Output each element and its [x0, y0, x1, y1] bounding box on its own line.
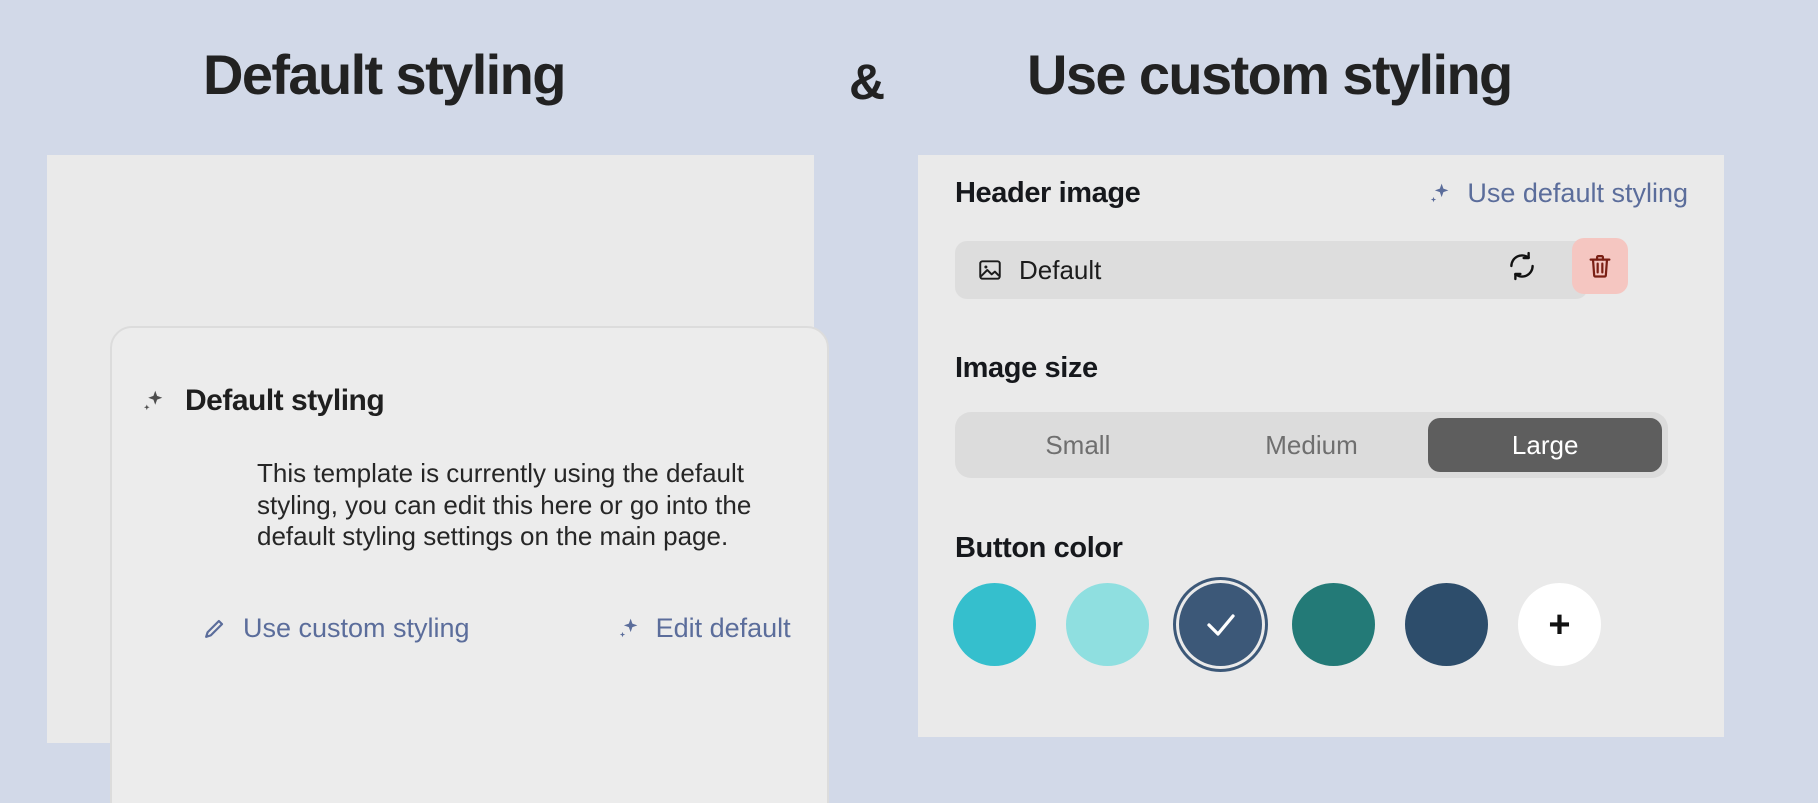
use-default-styling-button[interactable]: Use default styling — [1426, 178, 1688, 209]
refresh-image-button[interactable] — [1496, 240, 1548, 292]
swatch-light-aqua[interactable] — [1066, 583, 1149, 666]
refresh-icon — [1510, 251, 1534, 281]
add-color-button[interactable]: + — [1518, 583, 1601, 666]
heading-use-custom-styling: Use custom styling — [1027, 43, 1513, 106]
size-option-medium[interactable]: Medium — [1195, 418, 1429, 472]
header-image-label: Header image — [955, 177, 1141, 209]
swatch-navy-selected[interactable] — [1179, 583, 1262, 666]
use-custom-styling-label: Use custom styling — [243, 613, 470, 643]
header-image-field[interactable]: Default — [955, 241, 1588, 299]
button-color-swatches: + — [953, 583, 1601, 666]
button-color-label: Button color — [955, 532, 1123, 564]
image-icon — [979, 260, 1001, 280]
pencil-icon — [205, 619, 224, 638]
use-custom-styling-button[interactable]: Use custom styling — [202, 613, 470, 644]
header-image-row: Header image Use default styling — [955, 177, 1688, 210]
heading-ampersand: & — [849, 54, 885, 110]
sparkle-icon — [1431, 183, 1449, 203]
overlay-card-header: Default styling — [139, 384, 385, 418]
overlay-card-title: Default styling — [185, 384, 385, 417]
screenshot-root: Default styling & Use custom styling Ima… — [0, 0, 1818, 803]
sparkle-icon — [619, 618, 637, 638]
trash-icon — [1589, 254, 1611, 278]
edit-default-button[interactable]: Edit default — [615, 613, 791, 644]
default-styling-overlay-card: Default styling This template is current… — [110, 326, 829, 803]
overlay-card-description: This template is currently using the def… — [257, 458, 752, 552]
edit-default-label: Edit default — [655, 613, 791, 643]
size-option-small[interactable]: Small — [961, 418, 1195, 472]
left-panel: Image size Small Medium Large Button col… — [47, 155, 829, 803]
swatch-steel-navy[interactable] — [1405, 583, 1488, 666]
check-icon — [1206, 613, 1235, 636]
swatch-turquoise[interactable] — [953, 583, 1036, 666]
header-image-value: Default — [1019, 254, 1102, 285]
use-default-styling-label: Use default styling — [1467, 178, 1688, 208]
image-size-segmented-control[interactable]: Small Medium Large — [955, 412, 1668, 478]
swatch-dark-teal[interactable] — [1292, 583, 1375, 666]
sparkle-icon — [143, 390, 163, 411]
overlay-card-actions: Use custom styling Edit default — [202, 613, 842, 644]
image-size-label: Image size — [955, 352, 1098, 384]
heading-default-styling: Default styling — [203, 43, 566, 106]
size-option-large[interactable]: Large — [1428, 418, 1663, 472]
delete-image-button[interactable] — [1572, 238, 1628, 294]
